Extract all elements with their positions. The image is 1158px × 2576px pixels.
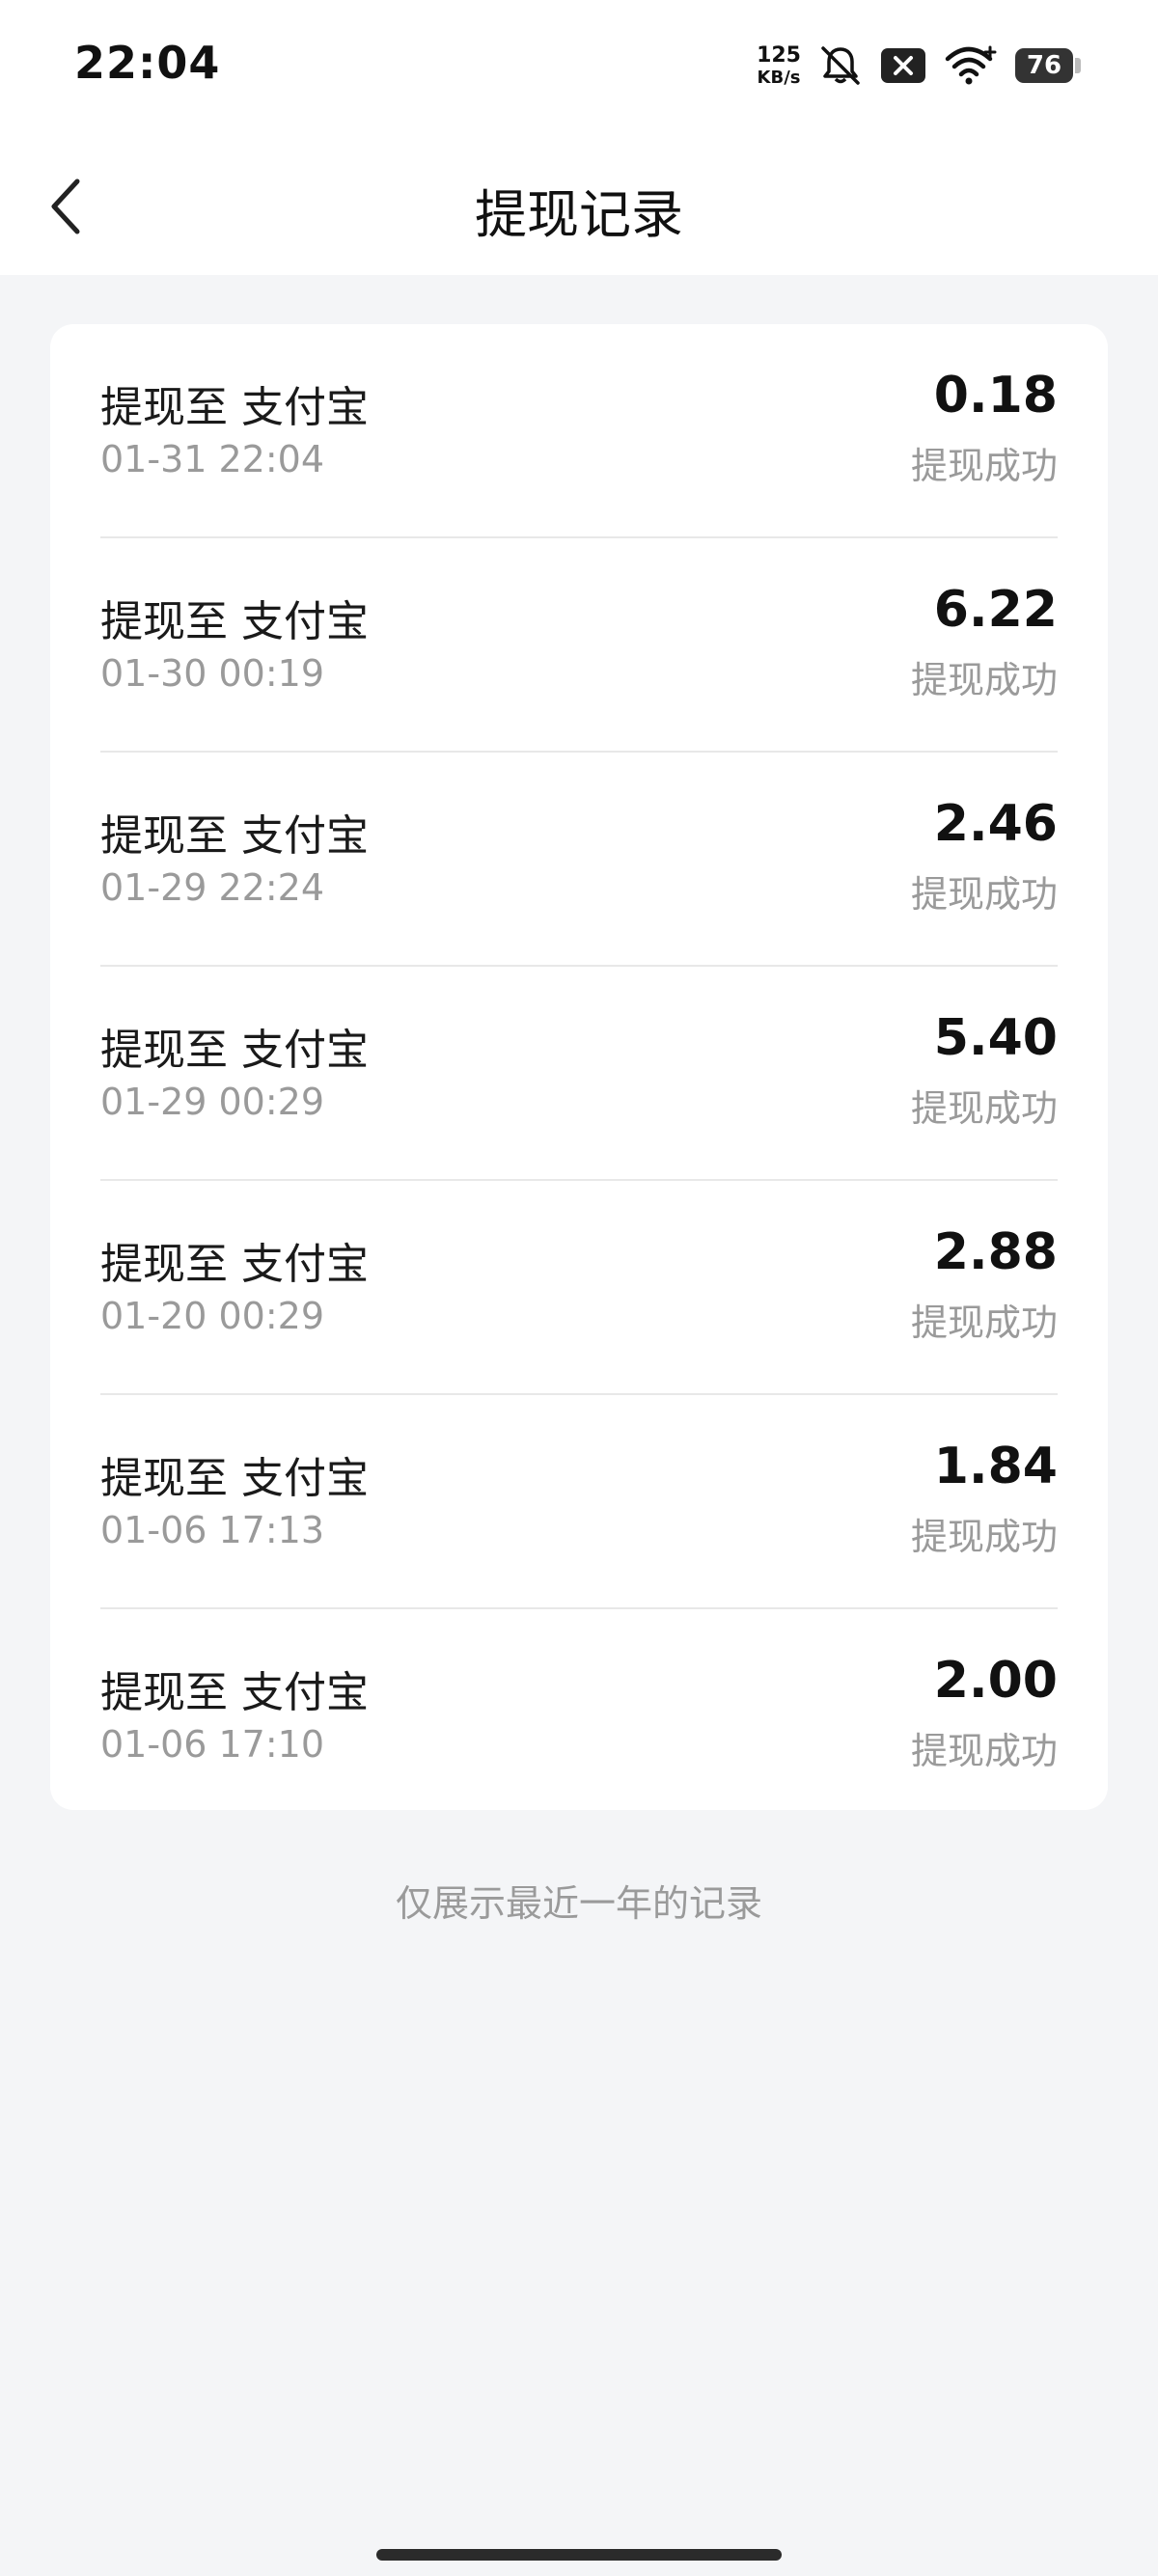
record-time: 01-06 17:10 <box>100 1723 325 1766</box>
record-row[interactable]: 提现至 支付宝 01-31 22:04 0.18 提现成功 <box>100 324 1058 538</box>
network-speed: 125 KB/s <box>757 42 801 88</box>
sim-x-icon <box>880 46 926 85</box>
record-amount: 0.18 <box>933 367 1058 425</box>
record-time: 01-29 22:24 <box>100 866 325 909</box>
record-time: 01-30 00:19 <box>100 652 325 695</box>
record-title: 提现至 支付宝 <box>100 597 369 646</box>
record-row[interactable]: 提现至 支付宝 01-20 00:29 2.88 提现成功 <box>100 1181 1058 1395</box>
list-footnote: 仅展示最近一年的记录 <box>395 1882 762 1925</box>
record-amount: 2.00 <box>933 1652 1058 1710</box>
record-amount: 2.88 <box>933 1223 1058 1281</box>
record-time: 01-31 22:04 <box>100 438 325 480</box>
page-title: 提现记录 <box>475 184 683 245</box>
network-speed-unit: KB/s <box>757 67 801 88</box>
record-time: 01-06 17:13 <box>100 1509 325 1551</box>
record-title: 提现至 支付宝 <box>100 1240 369 1289</box>
record-title: 提现至 支付宝 <box>100 1026 369 1075</box>
record-row[interactable]: 提现至 支付宝 01-06 17:10 2.00 提现成功 <box>100 1609 1058 1810</box>
record-row[interactable]: 提现至 支付宝 01-29 22:24 2.46 提现成功 <box>100 753 1058 967</box>
record-amount: 2.46 <box>933 795 1058 853</box>
record-row[interactable]: 提现至 支付宝 01-29 00:29 5.40 提现成功 <box>100 967 1058 1181</box>
record-status: 提现成功 <box>910 659 1058 701</box>
record-title: 提现至 支付宝 <box>100 811 369 861</box>
record-title: 提现至 支付宝 <box>100 1454 369 1503</box>
record-title: 提现至 支付宝 <box>100 1668 369 1717</box>
status-time: 22:04 <box>74 37 221 89</box>
record-time: 01-20 00:29 <box>100 1295 325 1337</box>
record-title: 提现至 支付宝 <box>100 383 369 432</box>
home-indicator[interactable] <box>376 2549 782 2561</box>
record-status: 提现成功 <box>910 445 1058 487</box>
record-status: 提现成功 <box>910 1087 1058 1130</box>
status-icons: 125 KB/s 76 <box>757 39 1081 93</box>
network-speed-value: 125 <box>757 42 801 68</box>
wifi-icon <box>944 45 998 86</box>
record-time: 01-29 00:29 <box>100 1081 325 1123</box>
battery-icon: 76 <box>1015 48 1081 83</box>
record-status: 提现成功 <box>910 1516 1058 1558</box>
record-status: 提现成功 <box>910 873 1058 916</box>
record-row[interactable]: 提现至 支付宝 01-06 17:13 1.84 提现成功 <box>100 1395 1058 1609</box>
record-status: 提现成功 <box>910 1302 1058 1344</box>
record-row[interactable]: 提现至 支付宝 01-30 00:19 6.22 提现成功 <box>100 538 1058 753</box>
battery-tip <box>1075 58 1081 73</box>
status-bar: 22:04 125 KB/s 76 <box>0 0 1158 135</box>
record-amount: 1.84 <box>933 1438 1058 1495</box>
record-amount: 5.40 <box>933 1009 1058 1067</box>
app-header: 提现记录 <box>0 135 1158 275</box>
record-amount: 6.22 <box>933 581 1058 639</box>
battery-level: 76 <box>1015 48 1073 83</box>
withdrawal-record-list: 提现至 支付宝 01-31 22:04 0.18 提现成功 提现至 支付宝 01… <box>50 324 1108 1810</box>
record-status: 提现成功 <box>910 1730 1058 1772</box>
silent-bell-icon <box>818 45 863 86</box>
